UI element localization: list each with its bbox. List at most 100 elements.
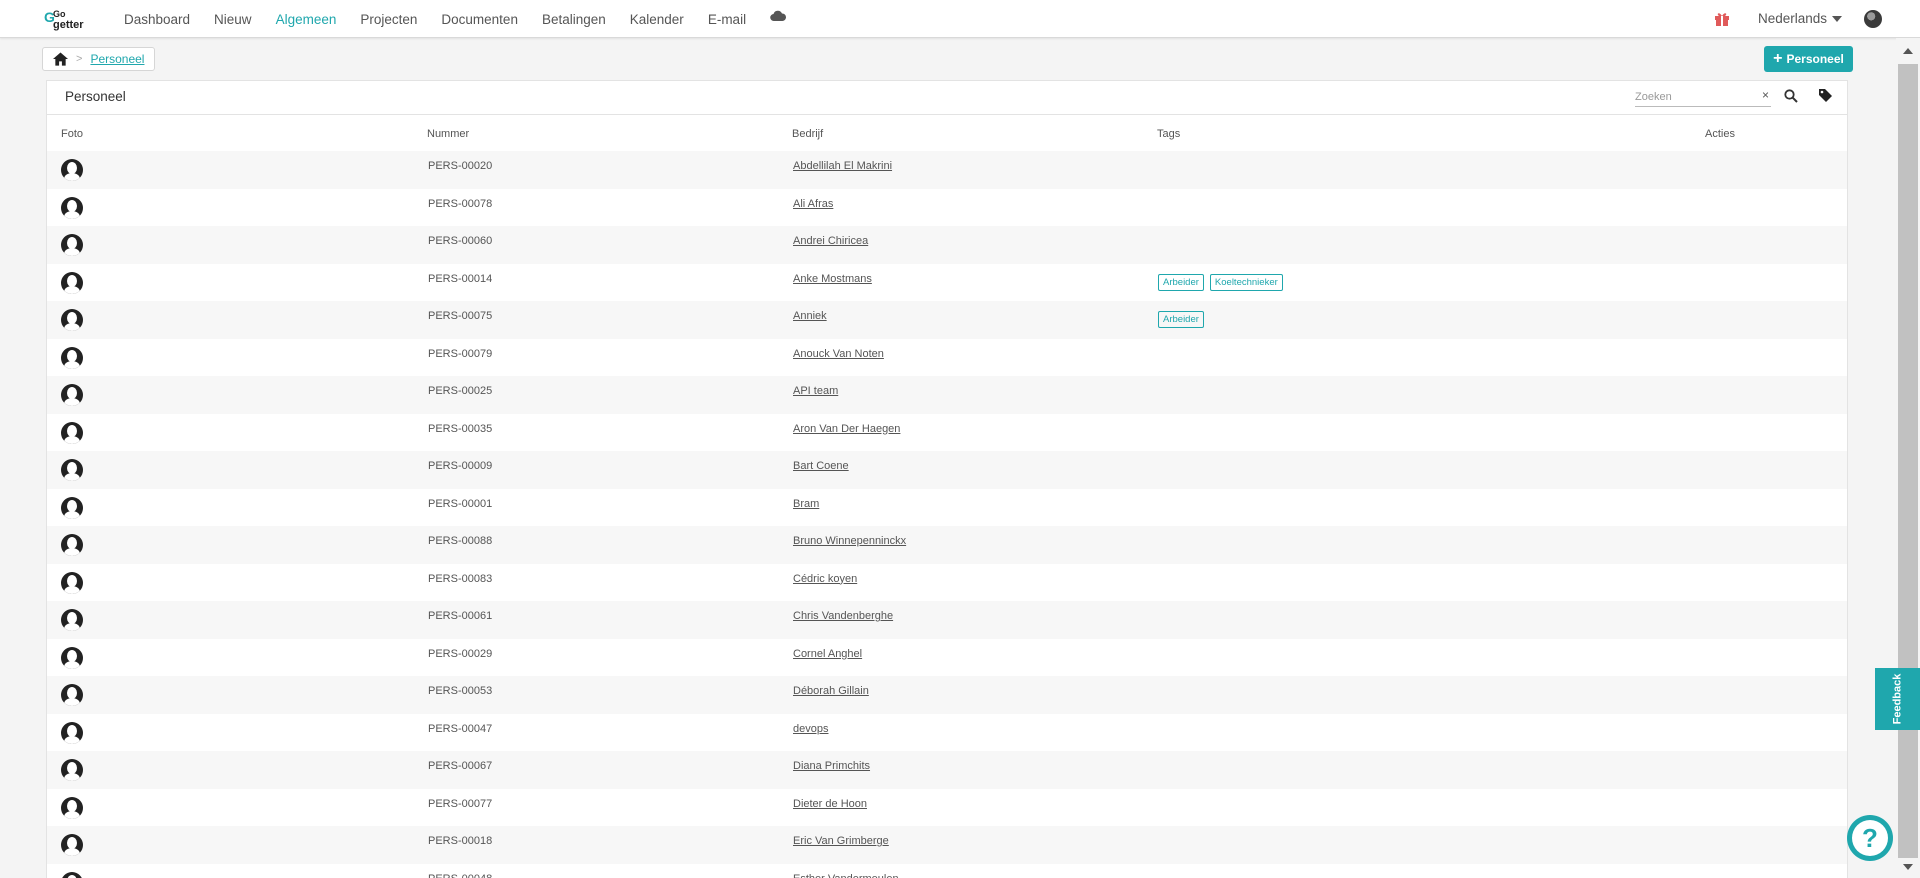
personeel-panel: Personeel × Foto Nummer Bedrijf Tags Act… [46, 80, 1848, 878]
row-number: PERS-00083 [428, 572, 493, 585]
person-avatar-icon[interactable] [61, 834, 83, 856]
nav-item-projecten[interactable]: Projecten [360, 12, 417, 27]
question-icon: ? [1852, 820, 1888, 856]
person-avatar-icon[interactable] [61, 196, 83, 219]
person-avatar-icon[interactable] [61, 271, 83, 294]
row-name-link[interactable]: Bram [793, 498, 819, 510]
column-header-nummer: Nummer [427, 128, 470, 140]
row-number: PERS-00075 [428, 310, 493, 322]
row-name-link[interactable]: Ali Afras [793, 198, 833, 210]
nav-item-e-mail[interactable]: E-mail [708, 12, 746, 27]
scrollbar-thumb[interactable] [1898, 64, 1918, 858]
panel-header: Personeel × [47, 81, 1847, 115]
tag-icon[interactable] [1818, 88, 1833, 103]
logo-bottom-text: getter [53, 19, 84, 31]
user-avatar[interactable] [1864, 10, 1882, 28]
main-nav: Dashboard Nieuw Algemeen Projecten Documente… [124, 0, 787, 38]
person-avatar-icon[interactable] [61, 646, 83, 669]
language-selector[interactable]: Nederlands [1758, 11, 1843, 26]
scroll-down-icon[interactable] [1903, 864, 1913, 870]
row-name-link[interactable]: Abdellilah El Makrini [793, 160, 892, 172]
person-avatar-icon[interactable] [61, 496, 83, 519]
row-name-link[interactable]: Anniek [793, 310, 827, 322]
person-avatar-icon[interactable] [61, 459, 83, 481]
person-avatar-icon[interactable] [61, 309, 83, 331]
page-scrollbar[interactable] [1896, 38, 1920, 878]
row-name-link[interactable]: Esther Vandermeulen [793, 873, 899, 878]
row-name-link[interactable]: API team [793, 385, 838, 397]
home-icon[interactable] [53, 52, 68, 66]
scroll-up-icon[interactable] [1903, 48, 1913, 54]
column-header-bedrijf: Bedrijf [792, 128, 824, 140]
row-name-link[interactable]: Bruno Winnepenninckx [793, 535, 906, 547]
person-avatar-icon[interactable] [61, 609, 83, 631]
language-label: Nederlands [1758, 11, 1828, 26]
nav-item-betalingen[interactable]: Betalingen [542, 12, 606, 27]
table-row: PERS-00001 Bram [47, 489, 1847, 527]
table-row: PERS-00035 Aron Van Der Haegen [47, 414, 1847, 452]
table-row: PERS-00009 Bart Coene [47, 451, 1847, 489]
nav-item-algemeen[interactable]: Algemeen [276, 12, 337, 27]
nav-item-dashboard[interactable]: Dashboard [124, 12, 190, 27]
table-row: PERS-00075 Anniek Arbeider [47, 301, 1847, 339]
feedback-tab[interactable]: Feedback [1875, 668, 1920, 730]
gogetter-logo[interactable]: G Go getter [44, 7, 100, 31]
person-avatar-icon[interactable] [61, 759, 83, 781]
person-avatar-icon[interactable] [61, 159, 83, 181]
person-avatar-icon[interactable] [61, 571, 83, 594]
table-row: PERS-00077 Dieter de Hoon [47, 789, 1847, 827]
breadcrumb-separator: > [76, 53, 83, 65]
row-name-link[interactable]: Anke Mostmans [793, 273, 872, 285]
row-name-link[interactable]: devops [793, 723, 828, 735]
row-number: PERS-00025 [428, 385, 493, 397]
table-row: PERS-00053 Déborah Gillain [47, 676, 1847, 714]
person-avatar-icon[interactable] [61, 684, 83, 706]
nav-item-nieuw[interactable]: Nieuw [214, 12, 252, 27]
table-row: PERS-00018 Eric Van Grimberge [47, 826, 1847, 864]
search-input[interactable] [1635, 88, 1745, 106]
plus-icon: + [1773, 50, 1783, 67]
clear-search-icon[interactable]: × [1762, 88, 1769, 102]
tag-badge[interactable]: Arbeider [1158, 273, 1204, 291]
row-name-link[interactable]: Aron Van Der Haegen [793, 423, 900, 435]
nav-item-kalender[interactable]: Kalender [630, 12, 684, 27]
row-name-link[interactable]: Anouck Van Noten [793, 348, 884, 360]
table-row: PERS-00047 devops [47, 714, 1847, 752]
row-name-link[interactable]: Andrei Chiricea [793, 235, 868, 247]
breadcrumb-link-personeel[interactable]: Personeel [90, 52, 144, 66]
person-avatar-icon[interactable] [61, 871, 83, 878]
person-avatar-icon[interactable] [61, 234, 83, 256]
row-tags: Arbeider Koeltechnieker [1158, 273, 1283, 291]
row-name-link[interactable]: Eric Van Grimberge [793, 835, 889, 847]
person-avatar-icon[interactable] [61, 721, 83, 744]
help-button[interactable]: ? [1847, 815, 1893, 861]
person-avatar-icon[interactable] [61, 534, 83, 556]
gift-icon[interactable] [1714, 11, 1730, 27]
add-button-label: Personeel [1786, 52, 1844, 66]
person-avatar-icon[interactable] [61, 346, 83, 369]
row-number: PERS-00078 [428, 197, 493, 210]
table-row: PERS-00078 Ali Afras [47, 189, 1847, 227]
add-personeel-button[interactable]: + Personeel [1764, 46, 1853, 72]
row-name-link[interactable]: Bart Coene [793, 460, 849, 472]
row-name-link[interactable]: Déborah Gillain [793, 685, 869, 697]
cloud-icon[interactable] [770, 10, 787, 22]
person-avatar-icon[interactable] [61, 796, 83, 819]
person-avatar-icon[interactable] [61, 384, 83, 406]
tag-badge[interactable]: Koeltechnieker [1209, 273, 1283, 291]
person-avatar-icon[interactable] [61, 421, 83, 444]
column-header-foto: Foto [61, 128, 84, 140]
table-row: PERS-00079 Anouck Van Noten [47, 339, 1847, 377]
row-number: PERS-00048 [428, 873, 492, 878]
row-name-link[interactable]: Chris Vandenberghe [793, 610, 893, 622]
table-row: PERS-00061 Chris Vandenberghe [47, 601, 1847, 639]
table-row: PERS-00029 Cornel Anghel [47, 639, 1847, 677]
tag-badge[interactable]: Arbeider [1158, 311, 1204, 328]
row-name-link[interactable]: Dieter de Hoon [793, 798, 867, 810]
row-name-link[interactable]: Cornel Anghel [793, 648, 862, 660]
row-name-link[interactable]: Diana Primchits [793, 760, 870, 772]
search-icon[interactable] [1784, 89, 1798, 103]
row-tags: Arbeider [1158, 311, 1204, 328]
nav-item-documenten[interactable]: Documenten [441, 12, 518, 27]
row-name-link[interactable]: Cédric koyen [793, 573, 857, 585]
